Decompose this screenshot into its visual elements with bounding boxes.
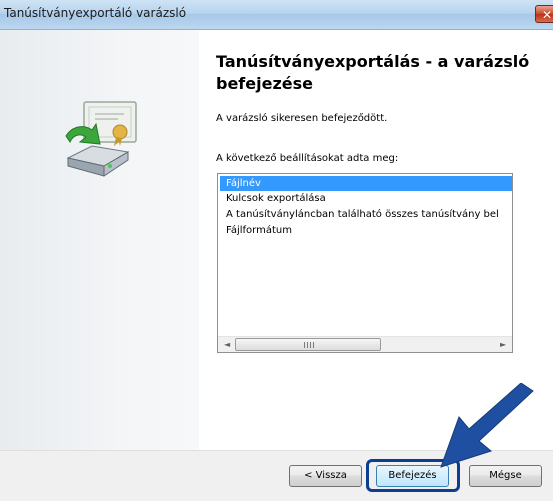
list-item[interactable]: Fájlnév [220,176,512,191]
list-item[interactable]: Kulcsok exportálása [220,191,326,206]
scrollbar-thumb[interactable] [235,338,381,351]
wizard-side-panel [0,30,199,450]
certificate-export-icon [65,101,137,177]
export-wizard-dialog: Tanúsítványexportáló varázsló ✕ Tanúsítv… [0,0,553,501]
settings-label: A következő beállításokat adta meg: [216,153,399,164]
horizontal-scrollbar[interactable]: ◄ ► [218,336,512,352]
settings-listbox[interactable]: Fájlnév Kulcsok exportálása A tanúsítván… [217,173,513,353]
window-title: Tanúsítványexportáló varázsló [4,6,187,20]
completion-message: A varázsló sikeresen befejeződött. [216,113,388,124]
close-button[interactable]: ✕ [535,5,553,23]
list-item[interactable]: A tanúsítványláncban található összes ta… [220,207,499,222]
grip-icon [304,342,314,348]
pointer-arrow-icon [440,383,534,468]
scroll-left-icon[interactable]: ◄ [224,340,230,349]
list-item[interactable]: Fájlformátum [220,223,292,238]
back-button[interactable]: < Vissza [289,465,362,487]
page-title: Tanúsítványexportálás - a varázsló befej… [216,52,530,93]
scroll-right-icon[interactable]: ► [500,340,506,349]
title-bar[interactable]: Tanúsítványexportáló varázsló ✕ [0,0,553,30]
close-icon: ✕ [542,8,553,22]
